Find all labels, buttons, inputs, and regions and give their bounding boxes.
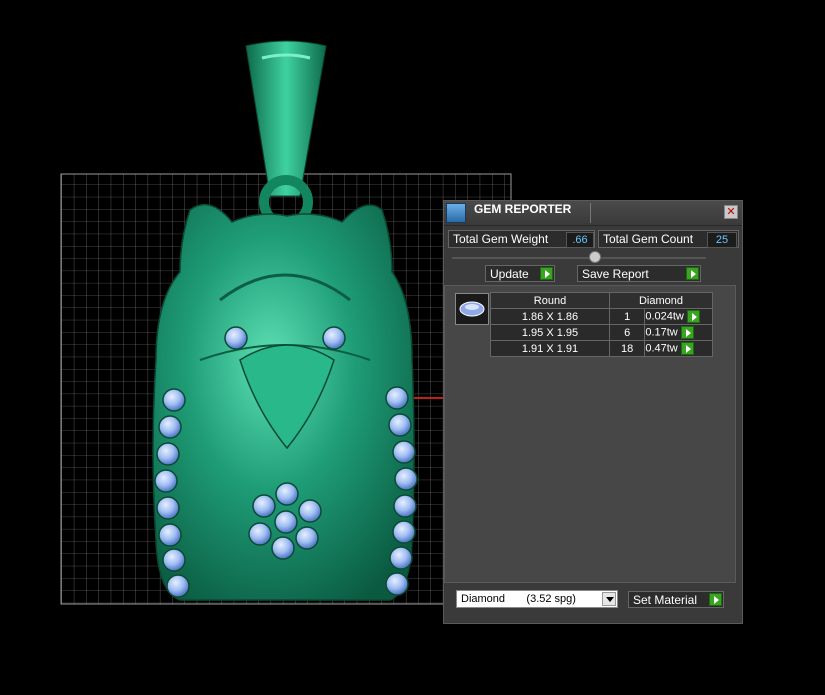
table-row[interactable]: 1.95 X 1.95 6 0.17tw xyxy=(490,324,713,341)
diamond-gem xyxy=(224,326,248,350)
total-gem-weight-label: Total Gem Weight xyxy=(453,232,549,246)
diamond-gem xyxy=(248,522,272,546)
diamond-gem xyxy=(252,494,276,518)
column-header-shape: Round xyxy=(490,292,610,309)
diamond-gem xyxy=(298,499,322,523)
total-gem-weight-value: .66 xyxy=(566,232,594,248)
diamond-gem xyxy=(156,442,180,466)
table-row[interactable]: 1.86 X 1.86 1 0.024tw xyxy=(490,308,713,325)
row-select-button[interactable] xyxy=(686,310,700,323)
gem-reporter-panel: GEM REPORTER ✕ Total Gem Weight .66 Tota… xyxy=(443,200,743,624)
diamond-gem xyxy=(154,469,178,493)
gem-count-cell: 18 xyxy=(608,340,646,357)
splitter-handle[interactable] xyxy=(589,251,601,263)
diamond-gem xyxy=(166,574,190,598)
gem-count-cell: 1 xyxy=(608,308,646,325)
table-row[interactable]: 1.91 X 1.91 18 0.47tw xyxy=(490,340,713,357)
diamond-gem xyxy=(385,386,409,410)
gem-list-area: Round Diamond 1.86 X 1.86 1 0.024tw 1.95… xyxy=(444,285,736,583)
total-gem-count-value: 25 xyxy=(707,232,737,248)
set-material-button-label: Set Material xyxy=(633,593,698,607)
diamond-gem xyxy=(162,548,186,572)
total-gem-count-label: Total Gem Count xyxy=(603,232,694,246)
title-bar[interactable]: GEM REPORTER ✕ xyxy=(444,201,742,226)
diamond-gem xyxy=(158,415,182,439)
diamond-gem xyxy=(322,326,346,350)
gem-count-cell: 6 xyxy=(608,324,646,341)
diamond-gem xyxy=(295,526,319,550)
close-button[interactable]: ✕ xyxy=(724,205,738,219)
play-icon xyxy=(540,267,553,280)
play-icon xyxy=(709,593,722,606)
gem-weight-cell: 0.47tw xyxy=(644,340,713,357)
diamond-gem xyxy=(274,510,298,534)
panel-title: GEM REPORTER xyxy=(474,202,572,216)
row-select-button[interactable] xyxy=(680,326,694,339)
diamond-gem xyxy=(388,413,412,437)
set-material-button[interactable]: Set Material xyxy=(628,591,724,608)
gem-weight-value: 0.17tw xyxy=(645,326,678,339)
row-select-button[interactable] xyxy=(680,342,694,355)
diamond-gem xyxy=(158,523,182,547)
gem-size-cell: 1.86 X 1.86 xyxy=(490,308,610,325)
diamond-gem xyxy=(156,496,180,520)
total-gem-count-box: Total Gem Count 25 xyxy=(598,230,739,248)
save-report-button-label: Save Report xyxy=(582,267,649,281)
diamond-gem xyxy=(271,536,295,560)
diamond-gem xyxy=(162,388,186,412)
diamond-gem xyxy=(389,546,413,570)
gem-size-cell: 1.91 X 1.91 xyxy=(490,340,610,357)
panel-splitter xyxy=(452,257,706,259)
save-report-button[interactable]: Save Report xyxy=(577,265,701,282)
diamond-gem xyxy=(392,440,416,464)
update-button-label: Update xyxy=(490,267,529,281)
diamond-gem xyxy=(392,520,416,544)
diamond-gem xyxy=(275,482,299,506)
pendant-bail xyxy=(245,40,327,197)
round-gem-icon[interactable] xyxy=(455,293,489,325)
gem-weight-cell: 0.17tw xyxy=(644,324,713,341)
gem-reporter-icon xyxy=(446,203,466,223)
column-header-material: Diamond xyxy=(609,292,713,309)
material-selected-value: Diamond (3.52 spg) xyxy=(461,593,576,605)
diamond-gem xyxy=(385,572,409,596)
total-gem-weight-box: Total Gem Weight .66 xyxy=(448,230,595,248)
title-separator xyxy=(590,203,591,223)
update-button[interactable]: Update xyxy=(485,265,555,282)
gem-size-cell: 1.95 X 1.95 xyxy=(490,324,610,341)
diamond-gem xyxy=(393,494,417,518)
gem-weight-value: 0.47tw xyxy=(645,342,678,355)
material-dropdown[interactable]: Diamond (3.52 spg) xyxy=(456,590,618,608)
gem-table: Round Diamond 1.86 X 1.86 1 0.024tw 1.95… xyxy=(490,292,713,357)
gem-weight-value: 0.024tw xyxy=(645,310,684,323)
diamond-gem xyxy=(394,467,418,491)
gem-weight-cell: 0.024tw xyxy=(644,308,713,325)
play-icon xyxy=(686,267,699,280)
chevron-down-icon[interactable] xyxy=(602,592,616,606)
